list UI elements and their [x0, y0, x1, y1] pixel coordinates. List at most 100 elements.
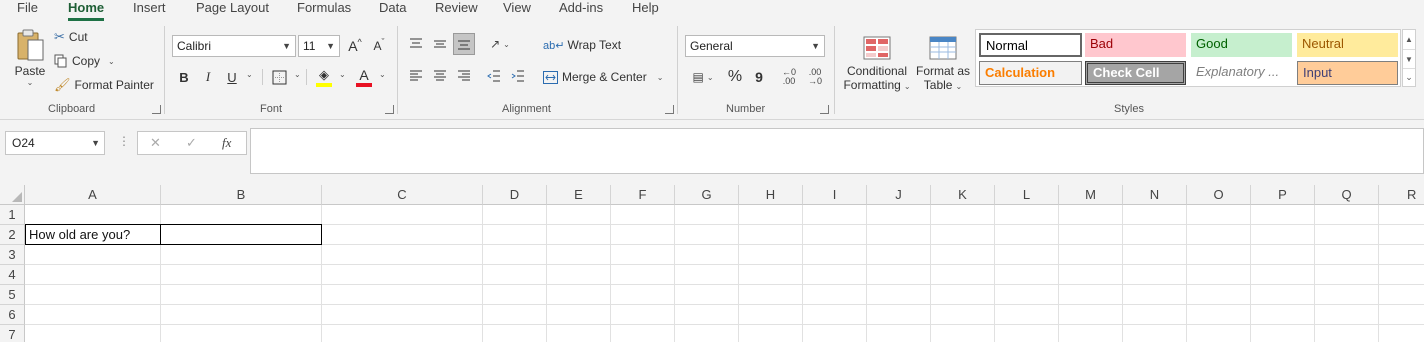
chevron-down-icon[interactable]: ⌄ — [379, 70, 386, 79]
wrap-text-button[interactable]: ab↵ Wrap Text — [543, 35, 621, 55]
format-as-table-button[interactable]: Format as Table ⌄ — [914, 30, 972, 98]
enter-icon[interactable]: ✓ — [186, 135, 197, 151]
column-header-d[interactable]: D — [483, 185, 547, 205]
name-box[interactable]: O24 ▼ — [5, 131, 105, 155]
shrink-font-button[interactable]: Aˇ — [370, 35, 388, 57]
worksheet-grid[interactable]: A B C D E F G H I J K L M N O P Q R 1 2 … — [0, 185, 1424, 342]
chevron-down-icon[interactable]: ⌄ — [246, 70, 253, 79]
column-header-c[interactable]: C — [322, 185, 483, 205]
alignment-launcher-icon[interactable] — [665, 105, 674, 114]
column-header-h[interactable]: H — [739, 185, 803, 205]
cell-b2[interactable] — [160, 224, 322, 245]
copy-button[interactable]: Copy ⌄ — [54, 52, 115, 70]
scroll-down-icon[interactable]: ▼ — [1403, 49, 1415, 68]
cancel-icon[interactable]: ✕ — [150, 135, 161, 151]
tab-file[interactable]: File — [17, 0, 38, 20]
font-size-select[interactable]: 11 ▼ — [298, 35, 340, 57]
select-all-button[interactable] — [0, 185, 25, 205]
align-left-button[interactable] — [407, 66, 425, 86]
column-header-o[interactable]: O — [1187, 185, 1251, 205]
paste-button[interactable]: Paste ⌄ — [12, 28, 48, 98]
tab-home[interactable]: Home — [68, 0, 105, 21]
percent-button[interactable]: % — [726, 67, 744, 87]
font-name-select[interactable]: Calibri ▼ — [172, 35, 296, 57]
style-check-cell[interactable]: Check Cell — [1085, 61, 1186, 85]
row-header-7[interactable]: 7 — [0, 325, 25, 342]
cut-button[interactable]: ✂ Cut — [54, 28, 88, 46]
underline-button[interactable]: U — [224, 67, 240, 87]
chevron-down-icon[interactable]: ⌄ — [108, 57, 115, 66]
column-header-r[interactable]: R — [1379, 185, 1424, 205]
tab-page-layout[interactable]: Page Layout — [196, 0, 269, 20]
decrease-decimal-button[interactable]: .00 →0 — [805, 67, 825, 87]
gallery-more-icon[interactable]: ⌄ — [1403, 68, 1415, 86]
tab-add-ins[interactable]: Add-ins — [559, 0, 603, 20]
orientation-button[interactable]: ↗ ⌄ — [485, 34, 515, 54]
chevron-down-icon[interactable]: ▼ — [91, 132, 100, 154]
column-header-m[interactable]: M — [1059, 185, 1123, 205]
chevron-down-icon[interactable]: ⌄ — [657, 73, 664, 82]
style-explanatory[interactable]: Explanatory ... — [1191, 61, 1292, 85]
tab-insert[interactable]: Insert — [133, 0, 166, 20]
top-align-button[interactable] — [407, 34, 425, 54]
column-header-i[interactable]: I — [803, 185, 867, 205]
column-header-k[interactable]: K — [931, 185, 995, 205]
borders-button[interactable] — [270, 67, 288, 87]
italic-button[interactable]: I — [200, 67, 216, 87]
name-box-value: O24 — [12, 136, 35, 150]
column-header-b[interactable]: B — [161, 185, 322, 205]
row-header-3[interactable]: 3 — [0, 245, 25, 265]
column-header-j[interactable]: J — [867, 185, 931, 205]
column-header-l[interactable]: L — [995, 185, 1059, 205]
chevron-down-icon[interactable]: ⌄ — [294, 70, 301, 79]
row-header-4[interactable]: 4 — [0, 265, 25, 285]
row-header-5[interactable]: 5 — [0, 285, 25, 305]
increase-indent-button[interactable] — [509, 66, 527, 86]
grow-font-button[interactable]: A ^ — [346, 35, 364, 57]
tab-view[interactable]: View — [503, 0, 531, 20]
column-header-q[interactable]: Q — [1315, 185, 1379, 205]
style-neutral[interactable]: Neutral — [1297, 33, 1398, 57]
scroll-up-icon[interactable]: ▲ — [1403, 30, 1415, 49]
format-painter-button[interactable]: 🖌 Format Painter — [54, 76, 154, 94]
tab-formulas[interactable]: Formulas — [297, 0, 351, 20]
gridline — [1186, 205, 1187, 342]
align-center-button[interactable] — [431, 66, 449, 86]
font-color-button[interactable]: A — [354, 66, 374, 88]
row-header-2[interactable]: 2 — [0, 225, 25, 245]
style-bad[interactable]: Bad — [1085, 33, 1186, 57]
comma-button[interactable]: 9 — [751, 67, 767, 87]
align-right-button[interactable] — [455, 66, 473, 86]
insert-function-icon[interactable]: fx — [222, 135, 231, 151]
style-input[interactable]: Input — [1297, 61, 1398, 85]
font-launcher-icon[interactable] — [385, 105, 394, 114]
column-header-f[interactable]: F — [611, 185, 675, 205]
row-header-1[interactable]: 1 — [0, 205, 25, 225]
middle-align-button[interactable] — [431, 34, 449, 54]
style-calculation[interactable]: Calculation — [979, 61, 1082, 85]
column-header-e[interactable]: E — [547, 185, 611, 205]
decrease-indent-button[interactable] — [485, 66, 503, 86]
column-header-n[interactable]: N — [1123, 185, 1187, 205]
chevron-down-icon[interactable]: ⌄ — [339, 70, 346, 79]
conditional-formatting-button[interactable]: Conditional Formatting ⌄ — [842, 30, 912, 98]
tab-data[interactable]: Data — [379, 0, 406, 20]
accounting-format-button[interactable]: ▤ ⌄ — [687, 67, 719, 87]
row-header-6[interactable]: 6 — [0, 305, 25, 325]
fill-color-button[interactable]: ◈ — [314, 66, 334, 88]
column-header-a[interactable]: A — [25, 185, 161, 205]
style-good[interactable]: Good — [1191, 33, 1292, 57]
tab-help[interactable]: Help — [632, 0, 659, 20]
merge-center-button[interactable]: Merge & Center ⌄ — [543, 67, 663, 87]
bold-button[interactable]: B — [176, 67, 192, 87]
bottom-align-button[interactable] — [453, 33, 475, 55]
increase-decimal-button[interactable]: ←0.00 — [779, 67, 799, 87]
number-launcher-icon[interactable] — [820, 105, 829, 114]
clipboard-launcher-icon[interactable] — [152, 105, 161, 114]
number-format-select[interactable]: General ▼ — [685, 35, 825, 57]
column-header-g[interactable]: G — [675, 185, 739, 205]
formula-input[interactable] — [250, 128, 1424, 174]
tab-review[interactable]: Review — [435, 0, 478, 20]
style-normal[interactable]: Normal — [979, 33, 1082, 57]
column-header-p[interactable]: P — [1251, 185, 1315, 205]
